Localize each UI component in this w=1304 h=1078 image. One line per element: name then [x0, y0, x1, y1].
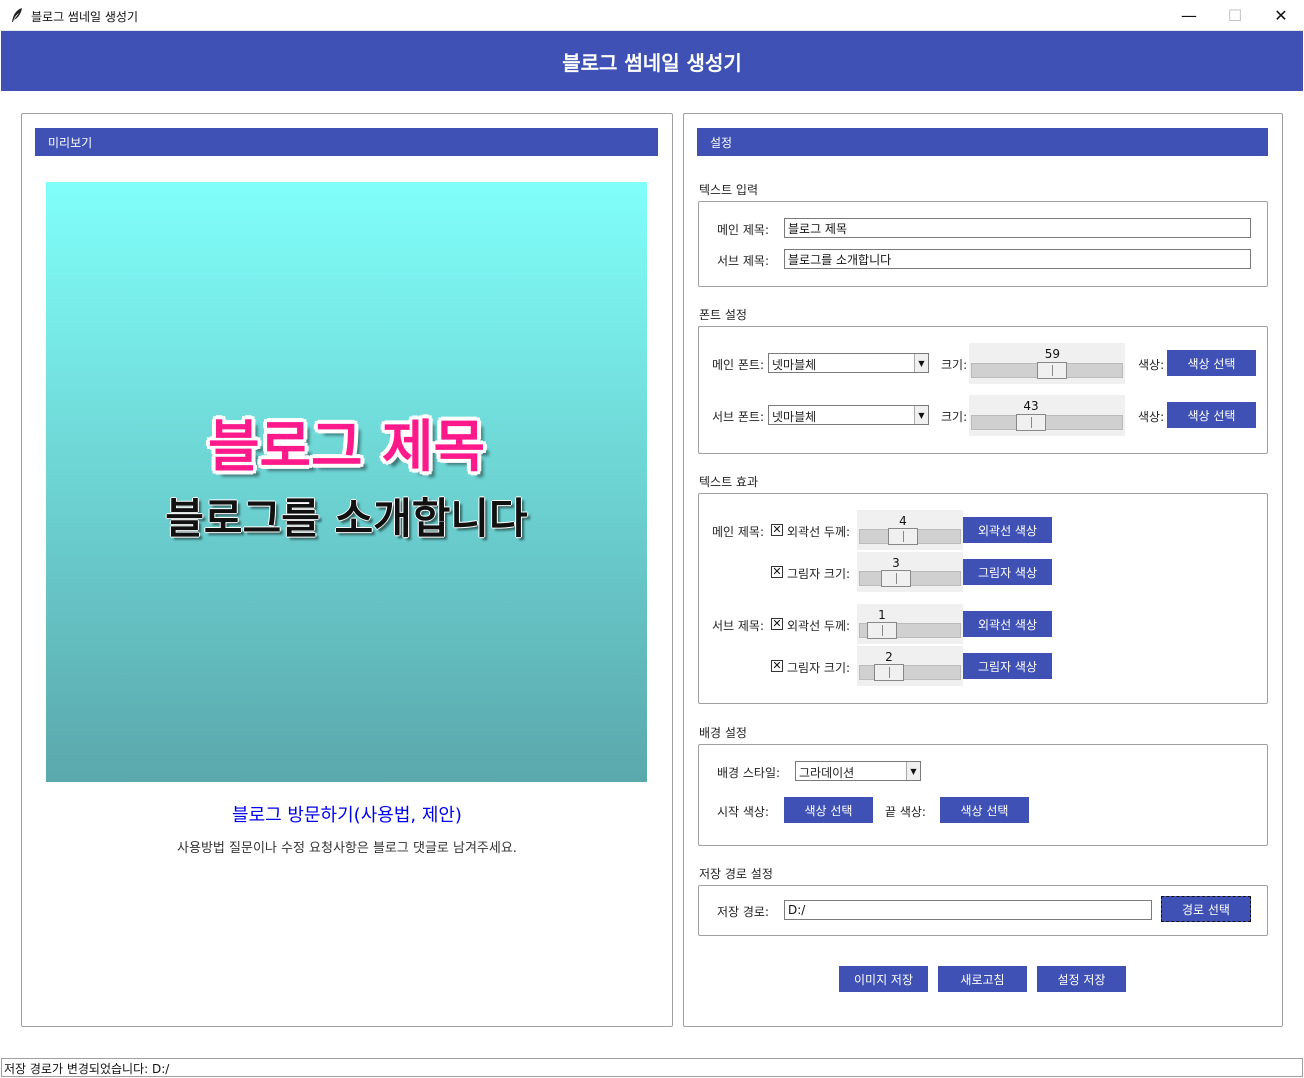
save-settings-button[interactable]: 설정 저장 — [1037, 966, 1126, 992]
status-bar: 저장 경로가 변경되었습니다: D:/ — [1, 1058, 1303, 1077]
main-outline-slider[interactable]: 4 — [857, 510, 963, 550]
background-section-label: 배경 설정 — [699, 726, 747, 740]
save-image-button[interactable]: 이미지 저장 — [839, 966, 928, 992]
main-shadow-checkbox[interactable]: ✕ — [771, 566, 783, 578]
slider-trough — [971, 415, 1123, 430]
status-text: 저장 경로가 변경되었습니다: D:/ — [4, 1062, 170, 1076]
sub-title-label: 서브 제목: — [717, 254, 770, 268]
slider-thumb[interactable] — [867, 622, 897, 639]
main-outline-checkbox[interactable]: ✕ — [771, 524, 783, 536]
main-color-label: 색상: — [1138, 358, 1165, 372]
sub-shadow-value: 2 — [885, 650, 893, 664]
font-section-label: 폰트 설정 — [699, 308, 747, 322]
app-header: 블로그 썸네일 생성기 — [1, 31, 1303, 91]
slider-thumb[interactable] — [881, 570, 911, 587]
sub-color-label: 색상: — [1138, 410, 1165, 424]
chevron-down-icon[interactable]: ▼ — [914, 406, 928, 424]
bg-style-select[interactable]: 그라데이션 ▼ — [795, 761, 921, 781]
main-shadow-slider[interactable]: 3 — [857, 552, 963, 592]
sub-shadow-slider[interactable]: 2 — [857, 646, 963, 686]
sub-font-select[interactable]: 넷마블체 ▼ — [768, 405, 929, 425]
preview-sub-title: 블로그를 소개합니다 — [165, 494, 528, 543]
blog-visit-link[interactable]: 블로그 방문하기(사용법, 제안) — [21, 801, 673, 827]
minimize-button[interactable]: — — [1166, 0, 1212, 31]
sub-size-slider[interactable]: 43 — [969, 395, 1125, 436]
thumbnail-canvas: 블로그 제목 블로그를 소개합니다 — [46, 182, 647, 782]
sub-font-color-button[interactable]: 색상 선택 — [1167, 402, 1256, 428]
refresh-button[interactable]: 새로고침 — [938, 966, 1027, 992]
window-titlebar: 블로그 썸네일 생성기 — ☐ ✕ — [0, 0, 1304, 31]
effects-main-label: 메인 제목: — [712, 525, 765, 539]
save-path-input[interactable] — [784, 900, 1152, 920]
text-input-section-label: 텍스트 입력 — [699, 183, 759, 197]
sub-shadow-checkbox[interactable]: ✕ — [771, 660, 783, 672]
main-font-value: 넷마블체 — [772, 358, 817, 372]
main-outline-value: 4 — [899, 514, 907, 528]
main-shadow-label: 그림자 크기: — [787, 567, 851, 581]
maximize-button[interactable]: ☐ — [1212, 0, 1258, 31]
chevron-down-icon[interactable]: ▼ — [906, 762, 920, 780]
text-input-group — [698, 201, 1268, 287]
main-size-value: 59 — [1044, 347, 1060, 361]
preview-main-title: 블로그 제목 — [207, 415, 486, 480]
window-title: 블로그 썸네일 생성기 — [31, 10, 138, 24]
usage-hint: 사용방법 질문이나 수정 요청사항은 블로그 댓글로 남겨주세요. — [177, 841, 517, 856]
main-outline-label: 외곽선 두께: — [787, 525, 851, 539]
main-title-label: 메인 제목: — [717, 223, 770, 237]
sub-title-input[interactable] — [784, 249, 1251, 269]
sub-font-value: 넷마블체 — [772, 410, 817, 424]
sub-font-label: 서브 폰트: — [712, 410, 765, 424]
settings-panel-title: 설정 — [697, 128, 1268, 156]
close-button[interactable]: ✕ — [1258, 0, 1304, 31]
save-path-label: 저장 경로: — [717, 905, 770, 919]
preview-panel-title: 미리보기 — [35, 128, 658, 156]
background-settings-group — [698, 744, 1268, 846]
start-color-label: 시작 색상: — [717, 805, 770, 819]
slider-thumb[interactable] — [1016, 414, 1046, 431]
bg-style-value: 그라데이션 — [799, 766, 855, 780]
sub-size-value: 43 — [1023, 399, 1039, 413]
sub-outline-color-button[interactable]: 외곽선 색상 — [963, 611, 1052, 637]
main-shadow-value: 3 — [892, 556, 900, 570]
effects-sub-label: 서브 제목: — [712, 619, 765, 633]
main-title-input[interactable] — [784, 218, 1251, 238]
slider-thumb[interactable] — [1037, 362, 1068, 379]
bg-style-label: 배경 스타일: — [717, 766, 781, 780]
sub-outline-checkbox[interactable]: ✕ — [771, 618, 783, 630]
sub-shadow-label: 그림자 크기: — [787, 661, 851, 675]
sub-outline-label: 외곽선 두께: — [787, 619, 851, 633]
slider-thumb[interactable] — [874, 664, 904, 681]
end-color-button[interactable]: 색상 선택 — [940, 797, 1029, 823]
feather-icon — [12, 8, 22, 22]
choose-path-button[interactable]: 경로 선택 — [1161, 896, 1251, 922]
chevron-down-icon[interactable]: ▼ — [914, 354, 928, 372]
sub-outline-slider[interactable]: 1 — [857, 604, 963, 644]
start-color-button[interactable]: 색상 선택 — [784, 797, 873, 823]
main-font-label: 메인 폰트: — [712, 358, 765, 372]
effects-section-label: 텍스트 효과 — [699, 475, 759, 489]
main-size-slider[interactable]: 59 — [969, 343, 1125, 384]
main-outline-color-button[interactable]: 외곽선 색상 — [963, 517, 1052, 543]
main-font-select[interactable]: 넷마블체 ▼ — [768, 353, 929, 373]
slider-thumb[interactable] — [888, 528, 918, 545]
sub-size-label: 크기: — [941, 410, 968, 424]
main-size-label: 크기: — [941, 358, 968, 372]
app-header-title: 블로그 썸네일 생성기 — [562, 50, 742, 75]
save-path-section-label: 저장 경로 설정 — [699, 867, 773, 881]
sub-outline-value: 1 — [878, 608, 886, 622]
end-color-label: 끝 색상: — [885, 805, 926, 819]
main-font-color-button[interactable]: 색상 선택 — [1167, 350, 1256, 376]
sub-shadow-color-button[interactable]: 그림자 색상 — [963, 653, 1052, 679]
main-shadow-color-button[interactable]: 그림자 색상 — [963, 559, 1052, 585]
